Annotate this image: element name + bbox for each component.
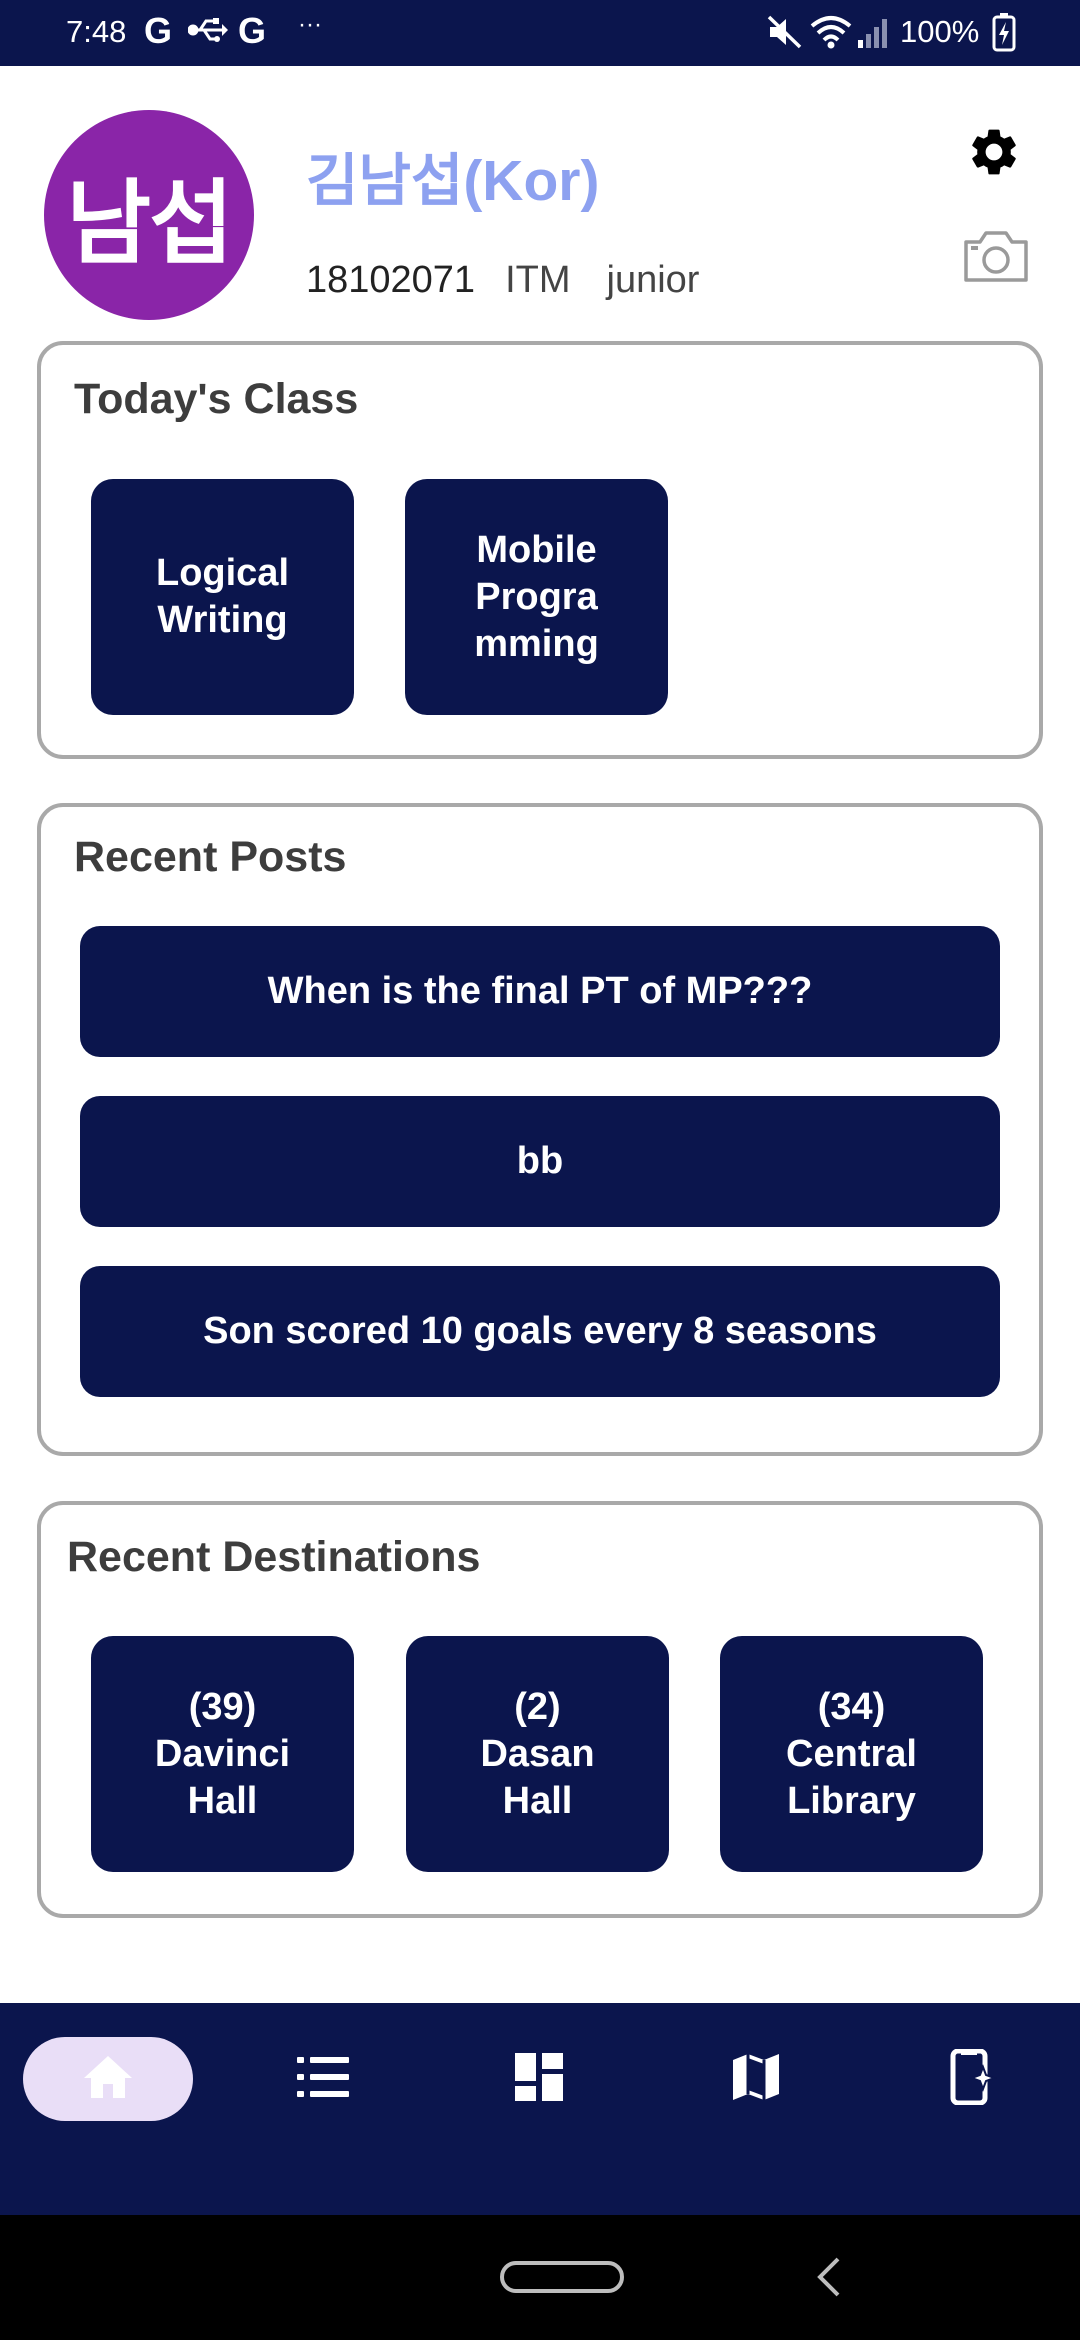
major: ITM <box>505 259 571 301</box>
post-item[interactable]: bb <box>80 1096 1000 1227</box>
mute-icon <box>766 14 804 55</box>
wifi-icon <box>810 14 852 55</box>
home-icon <box>82 2054 134 2105</box>
student-id: 18102071 <box>306 259 476 301</box>
avatar[interactable]: 남섭 <box>44 110 254 320</box>
class-tile[interactable]: Logical Writing <box>91 479 354 715</box>
nav-map[interactable] <box>726 2049 786 2109</box>
nav-phone[interactable] <box>942 2048 1002 2110</box>
profile-name: 김남섭(Kor) <box>306 149 600 213</box>
todays-class-title: Today's Class <box>74 375 359 423</box>
todays-class-card: Today's Class Logical Writing Mobile Pro… <box>37 341 1043 759</box>
recent-posts-card: Recent Posts When is the final PT of MP?… <box>37 803 1043 1456</box>
destination-tile[interactable]: (2) Dasan Hall <box>406 1636 669 1872</box>
system-nav-bar <box>0 2215 1080 2340</box>
map-icon <box>731 2052 781 2107</box>
nav-home[interactable] <box>23 2037 193 2121</box>
system-back-icon[interactable] <box>810 2255 846 2304</box>
camera-icon[interactable] <box>962 228 1030 284</box>
google-icon: G <box>238 10 267 51</box>
recent-destinations-card: Recent Destinations (39) Davinci Hall (2… <box>37 1501 1043 1918</box>
google-icon: G <box>144 10 173 51</box>
year: junior <box>606 259 700 301</box>
phone-sparkle-icon <box>947 2048 997 2110</box>
list-icon <box>296 2055 350 2104</box>
battery-percent: 100% <box>900 14 980 49</box>
nav-dashboard[interactable] <box>509 2049 569 2109</box>
system-home-button[interactable] <box>500 2261 624 2293</box>
recent-destinations-title: Recent Destinations <box>67 1533 481 1581</box>
destination-tile[interactable]: (34) Central Library <box>720 1636 983 1872</box>
status-time: 7:48 <box>66 14 127 49</box>
profile-meta: 18102071 ITM junior <box>306 256 699 304</box>
nav-list[interactable] <box>293 2049 353 2109</box>
avatar-initials: 남섭 <box>66 172 233 275</box>
battery-charging-icon <box>992 12 1016 57</box>
post-item[interactable]: Son scored 10 goals every 8 seasons <box>80 1266 1000 1397</box>
recent-posts-title: Recent Posts <box>74 833 347 881</box>
destination-tile[interactable]: (39) Davinci Hall <box>91 1636 354 1872</box>
class-tile[interactable]: Mobile Progra mming <box>405 479 668 715</box>
bottom-nav <box>0 2003 1080 2215</box>
gear-icon[interactable] <box>966 124 1022 180</box>
more-notifications-icon: ··· <box>298 11 322 38</box>
dashboard-icon <box>514 2052 564 2107</box>
status-bar: 7:48 G G ··· 100% <box>0 0 1080 66</box>
signal-icon <box>856 14 894 55</box>
usb-icon <box>187 12 228 53</box>
post-item[interactable]: When is the final PT of MP??? <box>80 926 1000 1057</box>
